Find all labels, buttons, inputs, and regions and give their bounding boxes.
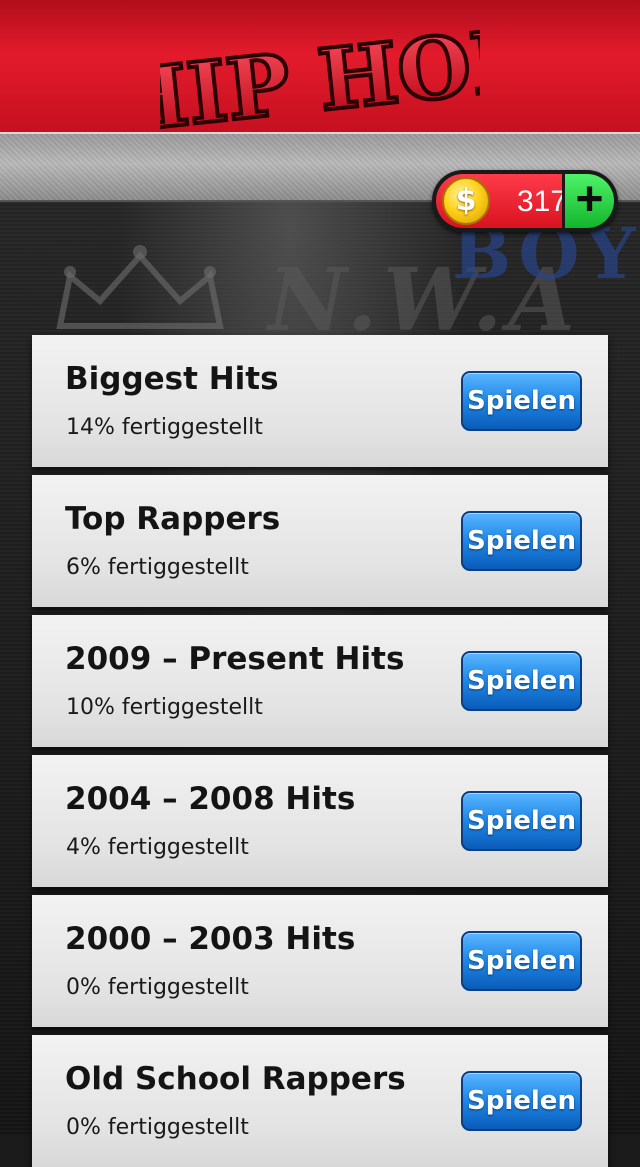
pack-item-2000-2003-hits: 2000 – 2003 Hits 0% fertiggestellt Spiel… (32, 895, 608, 1027)
pack-progress: 0% fertiggestellt (66, 1115, 249, 1140)
play-button[interactable]: Spielen (461, 651, 582, 711)
header: HIP HOP (0, 0, 640, 134)
pack-progress: 14% fertiggestellt (66, 415, 263, 440)
pack-title: Biggest Hits (65, 361, 279, 397)
pack-title: Top Rappers (65, 501, 281, 537)
play-button[interactable]: Spielen (461, 931, 582, 991)
coin-icon: $ (442, 177, 490, 225)
add-coins-button[interactable]: + (562, 174, 614, 228)
pack-title: Old School Rappers (65, 1061, 406, 1097)
pack-progress: 6% fertiggestellt (66, 555, 249, 580)
play-button[interactable]: Spielen (461, 511, 582, 571)
play-button[interactable]: Spielen (461, 791, 582, 851)
pack-progress: 0% fertiggestellt (66, 975, 249, 1000)
pack-progress: 10% fertiggestellt (66, 695, 263, 720)
coin-counter: $ 317 + (432, 170, 618, 232)
crown-graphic (56, 245, 224, 329)
pack-item-2004-2008-hits: 2004 – 2008 Hits 4% fertiggestellt Spiel… (32, 755, 608, 887)
pack-item-2009-present-hits: 2009 – Present Hits 10% fertiggestellt S… (32, 615, 608, 747)
pack-item-old-school-rappers: Old School Rappers 0% fertiggestellt Spi… (32, 1035, 608, 1167)
pack-item-top-rappers: Top Rappers 6% fertiggestellt Spielen (32, 475, 608, 607)
pack-title: 2000 – 2003 Hits (65, 921, 356, 957)
pack-progress: 4% fertiggestellt (66, 835, 249, 860)
pack-title: 2009 – Present Hits (65, 641, 405, 677)
pack-title: 2004 – 2008 Hits (65, 781, 356, 817)
play-button[interactable]: Spielen (461, 1071, 582, 1131)
svg-text:HIP HOP: HIP HOP (160, 9, 480, 134)
hip-hop-logo: HIP HOP (160, 7, 480, 134)
play-button[interactable]: Spielen (461, 371, 582, 431)
pack-item-biggest-hits: Biggest Hits 14% fertiggestellt Spielen (32, 335, 608, 467)
